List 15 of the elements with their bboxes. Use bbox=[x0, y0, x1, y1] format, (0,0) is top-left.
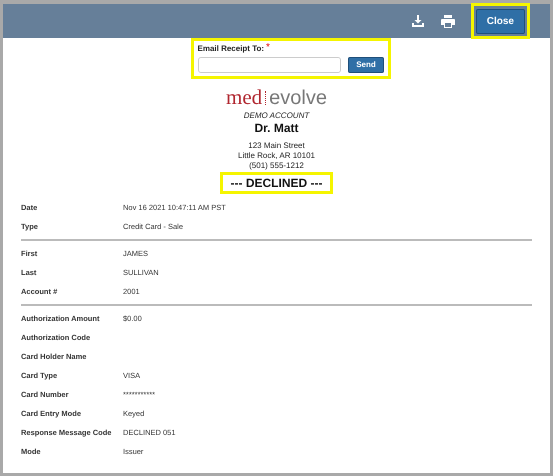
logo-text: med bbox=[226, 87, 262, 108]
logo-text: evolve bbox=[269, 88, 327, 108]
printer-icon[interactable] bbox=[440, 14, 455, 28]
email-label: Email Receipt To: bbox=[198, 43, 264, 55]
address-line: 123 Main Street bbox=[248, 141, 305, 151]
email-field[interactable] bbox=[198, 57, 342, 73]
send-button[interactable]: Send bbox=[348, 57, 384, 73]
required-mark: * bbox=[266, 43, 270, 53]
merchant-name: Dr. Matt bbox=[254, 122, 298, 135]
address-line: Little Rock, AR 10101 bbox=[238, 151, 315, 161]
close-button[interactable]: Close bbox=[476, 9, 525, 34]
account-label: DEMO ACCOUNT bbox=[244, 110, 310, 122]
address-line: (501) 555-1212 bbox=[249, 161, 304, 171]
download-icon[interactable] bbox=[410, 14, 425, 28]
declined-status: --- DECLINED --- bbox=[230, 175, 322, 191]
